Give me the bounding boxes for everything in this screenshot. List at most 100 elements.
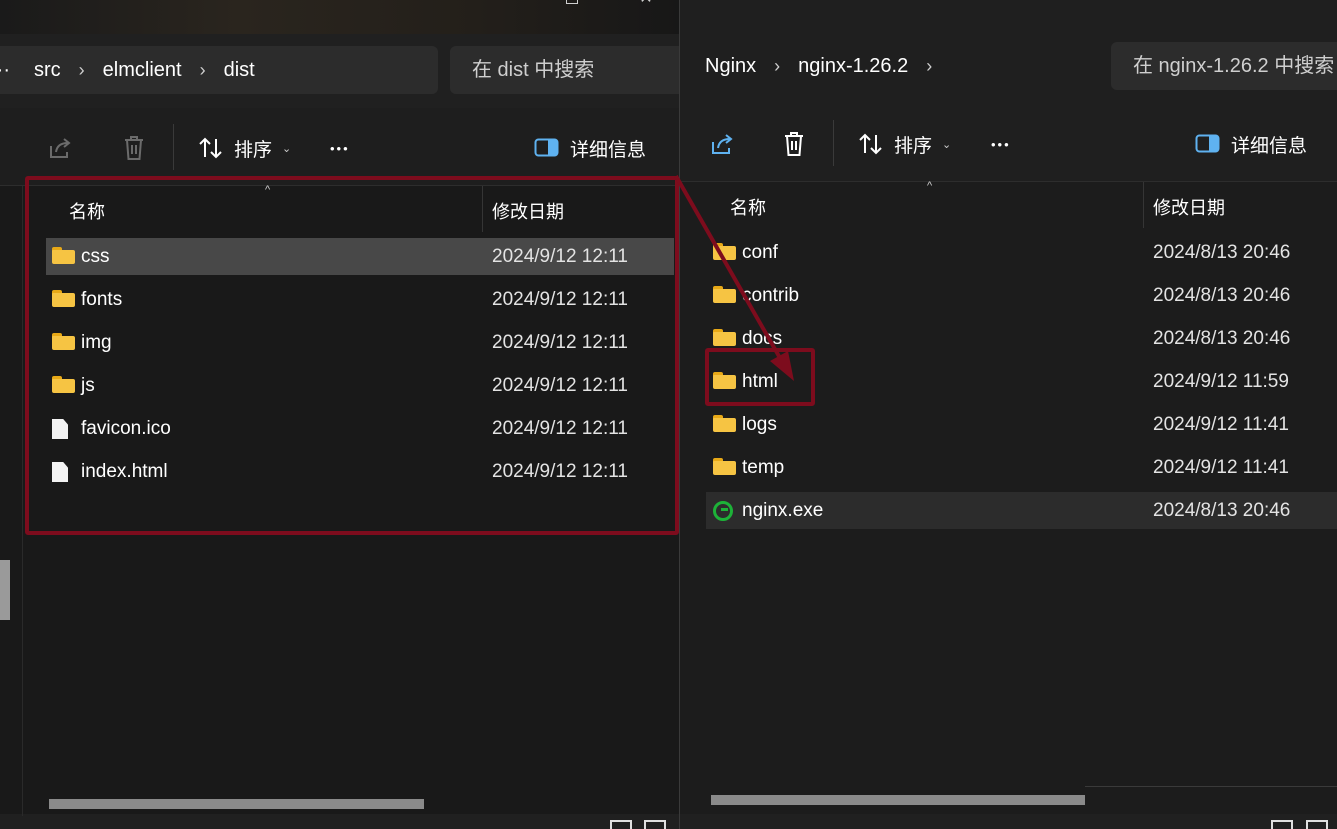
delete-button[interactable] (122, 128, 146, 168)
row-icon (713, 501, 737, 521)
row-icon (713, 286, 737, 306)
tile-view-button[interactable] (644, 820, 666, 829)
breadcrumb-item-dist[interactable]: dist (220, 59, 259, 82)
file-name: index.html (81, 460, 168, 482)
row-icon (713, 243, 737, 263)
sort-button[interactable]: 排序 ⌄ (198, 128, 291, 168)
file-icon (52, 419, 68, 439)
details-label: 详细信息 (570, 139, 647, 161)
column-separator[interactable] (1143, 182, 1144, 228)
more-options-button[interactable]: ••• (330, 128, 350, 168)
breadcrumb[interactable]: ··· src › elmclient › dist (0, 46, 438, 94)
row-icon (52, 462, 76, 482)
row-icon (713, 458, 737, 478)
share-icon (48, 136, 74, 160)
address-row: Nginx › nginx-1.26.2 › 在 nginx-1.26.2 中搜… (680, 34, 1337, 104)
chevron-right-icon[interactable]: › (912, 56, 946, 77)
breadcrumb-overflow[interactable]: ··· (0, 59, 14, 82)
row-icon (713, 415, 737, 435)
file-modified-date: 2024/8/13 20:46 (1153, 327, 1291, 349)
file-row[interactable]: docs 2024/8/13 20:46 (706, 320, 1337, 357)
file-name: html (742, 370, 778, 392)
column-header-modified[interactable]: 修改日期 (1153, 194, 1225, 220)
file-modified-date: 2024/9/12 11:41 (1153, 413, 1289, 435)
delete-button[interactable] (782, 124, 806, 164)
column-separator[interactable] (482, 186, 483, 232)
share-button[interactable] (710, 124, 736, 164)
rename-icon (0, 136, 4, 160)
column-header-name[interactable]: 名称 (69, 198, 105, 224)
file-row[interactable]: temp 2024/9/12 11:41 (706, 449, 1337, 486)
left-explorer-window: ✕ ··· src › elmclient › dist 在 dist 中搜索 (0, 0, 680, 829)
folder-icon (713, 372, 736, 389)
status-bar (680, 814, 1337, 829)
file-row[interactable]: css 2024/9/12 12:11 (46, 238, 674, 275)
file-name: conf (742, 241, 778, 263)
file-modified-date: 2024/9/12 12:11 (492, 245, 628, 267)
file-modified-date: 2024/8/13 20:46 (1153, 241, 1291, 263)
rename-button[interactable] (0, 128, 4, 168)
row-icon (52, 290, 76, 310)
file-name: img (81, 331, 112, 353)
file-modified-date: 2024/9/12 12:11 (492, 417, 628, 439)
details-pane-icon (534, 138, 560, 158)
search-input[interactable]: 在 nginx-1.26.2 中搜索 (1111, 42, 1337, 90)
status-bar (0, 814, 680, 829)
search-input[interactable]: 在 dist 中搜索 (450, 46, 680, 94)
file-row[interactable]: contrib 2024/8/13 20:46 (706, 277, 1337, 314)
horizontal-scrollbar[interactable] (49, 799, 424, 809)
toolbar-divider (833, 120, 834, 166)
file-row[interactable]: img 2024/9/12 12:11 (46, 324, 674, 361)
address-row: ··· src › elmclient › dist 在 dist 中搜索 (0, 34, 680, 108)
command-bar: 排序 ⌄ ••• 详细信息 (680, 104, 1337, 182)
file-name: fonts (81, 288, 123, 310)
file-modified-date: 2024/9/12 12:11 (492, 331, 628, 353)
close-button[interactable]: ✕ (636, 0, 656, 7)
nginx-exe-icon (713, 501, 733, 521)
breadcrumb-item-elmclient[interactable]: elmclient (99, 59, 186, 82)
details-button[interactable]: 详细信息 (534, 128, 646, 168)
file-row[interactable]: html 2024/9/12 11:59 (706, 363, 1337, 400)
folder-icon (52, 376, 75, 393)
breadcrumb[interactable]: Nginx › nginx-1.26.2 › (680, 42, 1098, 90)
file-row[interactable]: favicon.ico 2024/9/12 12:11 (46, 410, 674, 447)
file-row[interactable]: js 2024/9/12 12:11 (46, 367, 674, 404)
column-header-modified[interactable]: 修改日期 (492, 198, 564, 224)
chevron-right-icon: › (199, 59, 206, 80)
folder-icon (713, 329, 736, 346)
file-row[interactable]: conf 2024/8/13 20:46 (706, 234, 1337, 271)
file-row[interactable]: nginx.exe 2024/8/13 20:46 (706, 492, 1337, 529)
breadcrumb-item-nginx[interactable]: Nginx (680, 55, 760, 78)
row-icon (713, 329, 737, 349)
column-header-name[interactable]: 名称 (730, 194, 766, 220)
share-button[interactable] (48, 128, 74, 168)
folder-icon (713, 415, 736, 432)
tile-view-button[interactable] (1306, 820, 1328, 829)
breadcrumb-item-nginx-version[interactable]: nginx-1.26.2 (794, 55, 912, 78)
details-button[interactable]: 详细信息 (1195, 124, 1307, 164)
file-row[interactable]: index.html 2024/9/12 12:11 (46, 453, 674, 490)
breadcrumb-item-src[interactable]: src (30, 59, 65, 82)
horizontal-scrollbar[interactable] (711, 795, 1085, 805)
right-explorer-window: Nginx › nginx-1.26.2 › 在 nginx-1.26.2 中搜… (680, 0, 1337, 829)
list-view-button[interactable] (1271, 820, 1293, 829)
details-pane-icon (1195, 134, 1221, 154)
restore-button[interactable] (566, 0, 578, 4)
sort-button[interactable]: 排序 ⌄ (858, 124, 951, 164)
command-bar: 排序 ⌄ ••• 详细信息 (0, 108, 680, 186)
file-row[interactable]: logs 2024/9/12 11:41 (706, 406, 1337, 443)
chevron-right-icon: › (78, 59, 85, 80)
file-name: contrib (742, 284, 800, 306)
sort-ascending-icon: ^ (265, 184, 271, 196)
nav-pane-divider (22, 186, 23, 816)
file-icon (52, 462, 68, 482)
file-name: docs (742, 327, 783, 349)
column-header-row: ^ 名称 修改日期 (680, 180, 1337, 228)
file-row[interactable]: fonts 2024/9/12 12:11 (46, 281, 674, 318)
more-options-button[interactable]: ••• (991, 124, 1011, 164)
folder-icon (52, 247, 75, 264)
list-view-button[interactable] (610, 820, 632, 829)
file-modified-date: 2024/9/12 12:11 (492, 374, 628, 396)
file-name: js (81, 374, 95, 396)
vertical-scrollbar[interactable] (0, 560, 10, 620)
